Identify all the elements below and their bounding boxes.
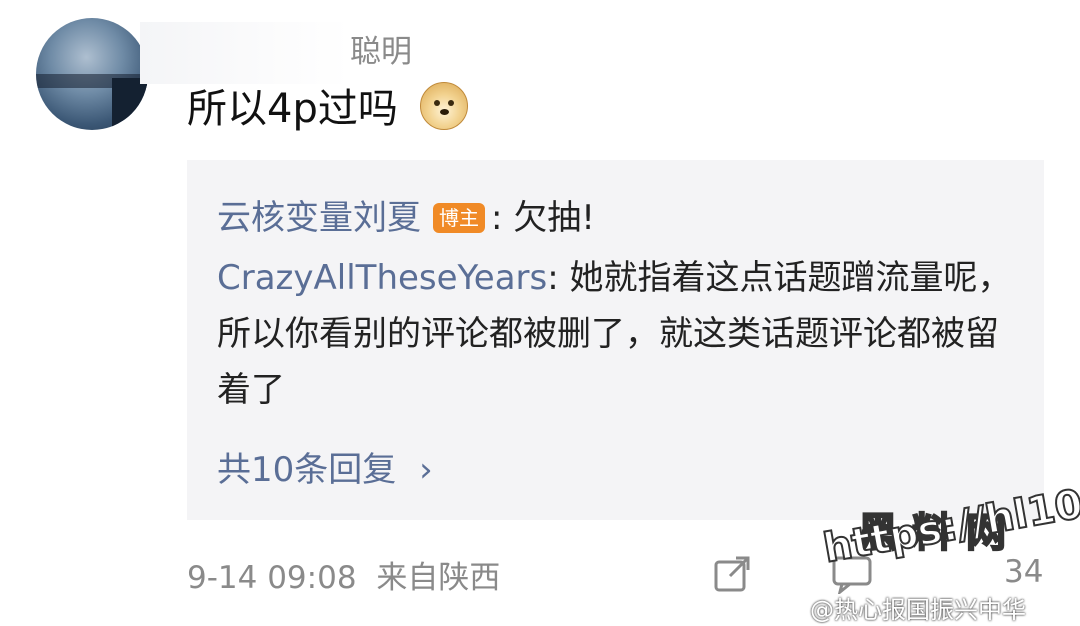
reply-1-text: : 欠抽! [491,198,595,238]
doge-emoji-icon [420,82,468,130]
avatar-block [112,78,148,130]
comment-time: 9-14 09:08 [187,560,357,596]
watermark-bottom: @热心报国振兴中华 [810,596,1026,624]
reply-2-author[interactable]: CrazyAllTheseYears [217,258,547,298]
comment-username[interactable]: 聪明 [350,26,412,71]
more-replies-link[interactable]: 共10条回复 › [217,444,433,496]
blurred-username-cover [140,22,350,84]
comment-count: 34 [1004,554,1044,590]
reply-box[interactable]: 云核变量刘夏 博主: 欠抽! CrazyAllTheseYears: 她就指着这点… [187,160,1044,520]
comment-meta: 9-14 09:08 来自陕西 [187,552,500,597]
reply-1-author[interactable]: 云核变量刘夏 [217,198,421,238]
chevron-right-icon: › [419,450,433,490]
more-replies-label: 共10条回复 [217,450,397,490]
share-icon[interactable] [712,554,752,594]
user-avatar[interactable] [36,18,148,130]
reply-2: CrazyAllTheseYears: 她就指着这点话题蹭流量呢，所以你看别的评… [217,250,1014,418]
doge-nose [440,109,449,115]
comment-text: 所以4p过吗 [187,86,398,132]
comment-page: 聪明 所以4p过吗 云核变量刘夏 博主: 欠抽! CrazyAllTheseYea… [0,0,1080,626]
doge-eye-left [434,100,440,106]
reply-1: 云核变量刘夏 博主: 欠抽! [217,192,1014,244]
comment-location: 来自陕西 [376,560,501,596]
blogger-badge: 博主 [433,203,485,233]
doge-eye-right [448,100,454,106]
